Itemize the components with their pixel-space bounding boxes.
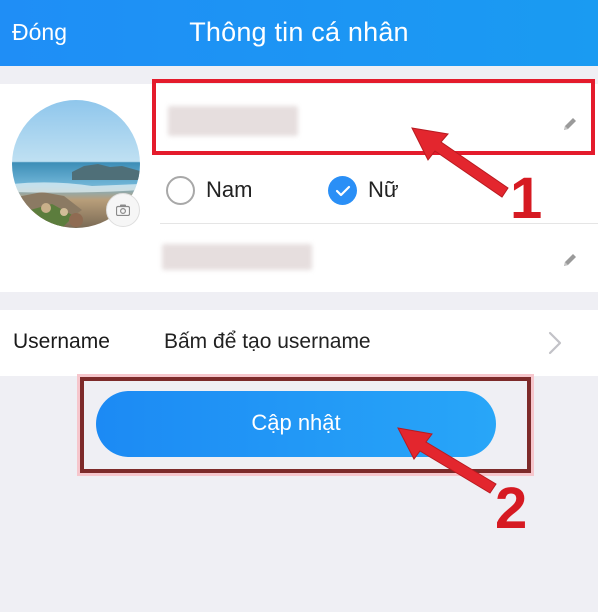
annotation-box-update (80, 377, 531, 473)
chevron-right-icon (548, 331, 562, 355)
annotation-step-2: 2 (495, 476, 528, 541)
radio-female-label: Nữ (368, 177, 399, 202)
page-title: Thông tin cá nhân (189, 17, 409, 47)
birthday-value (162, 244, 312, 270)
username-label: Username (13, 330, 110, 353)
birthday-field[interactable] (160, 234, 590, 284)
radio-male[interactable] (166, 176, 195, 205)
username-row[interactable]: Username Bấm để tạo username (0, 310, 598, 376)
app-header: Đóng Thông tin cá nhân (0, 0, 598, 66)
change-avatar-button[interactable] (106, 193, 140, 227)
radio-female[interactable] (328, 176, 357, 205)
username-value: Bấm để tạo username (164, 330, 371, 353)
radio-male-label: Nam (206, 177, 253, 202)
camera-icon (116, 204, 130, 216)
pencil-icon[interactable] (562, 252, 578, 268)
check-icon (335, 185, 350, 196)
annotation-box-name (152, 79, 595, 155)
annotation-step-1: 1 (510, 166, 543, 231)
